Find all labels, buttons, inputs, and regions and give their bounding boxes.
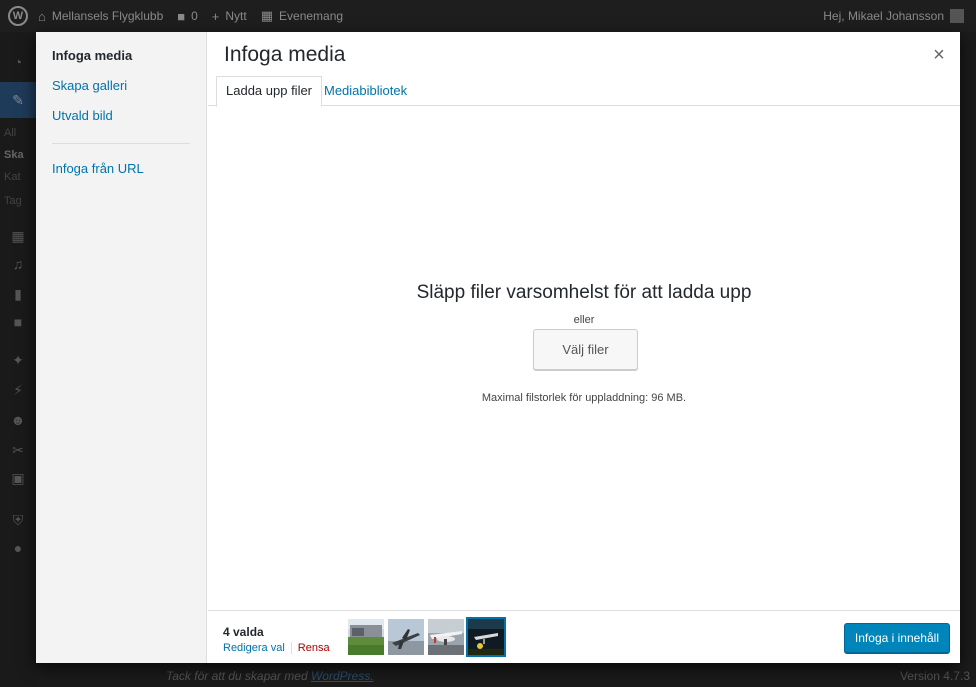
shield-icon[interactable]: ⛨ [10,512,26,528]
comments-count: 0 [191,9,198,23]
insert-into-post-button[interactable]: Infoga i innehåll [843,623,950,653]
plus-icon: + [211,8,220,24]
comments-link[interactable]: ■ 0 [177,9,198,24]
menu-separator [52,143,190,144]
submenu-item[interactable]: Ska [4,149,24,161]
greeting: Hej, Mikael Johansson [823,9,944,23]
or-label: eller [573,314,595,326]
close-icon[interactable]: × [924,40,954,70]
media-router: Ladda upp filer Mediabibliotek [208,76,960,107]
calendar-icon[interactable]: ▦ [10,228,26,244]
drop-instructions: Släpp filer varsomhelst för att ladda up… [416,282,752,303]
admin-bar: W ⌂ Mellansels Flygklubb ■ 0 + Nytt ▦ Ev… [0,0,976,32]
max-upload-size: Maximal filstorlek för uppladdning: 96 M… [481,392,687,404]
admin-footer: Tack för att du skapar med WordPress. Ve… [36,665,976,687]
submenu-item[interactable]: All [4,127,16,139]
admin-menu: ◔ ✎ All Ska Kat Tag ▦ ♫ ▮ ■ ✦ ⚡ ☻ ✂ ▣ ⛨ … [0,32,36,687]
selected-thumbnail-night[interactable] [466,617,506,657]
upload-drop-zone[interactable]: Släpp filer varsomhelst för att ladda up… [208,107,960,610]
users-icon[interactable]: ☻ [10,412,26,428]
pin-icon: ✎ [12,92,24,108]
tab-media-library[interactable]: Mediabibliotek [315,76,416,106]
select-files-button[interactable]: Välj filer [533,329,638,370]
comment-icon: ■ [177,8,186,24]
settings-icon[interactable]: ▣ [10,470,26,486]
home-icon: ⌂ [38,8,46,24]
media-icon[interactable]: ♫ [10,256,26,272]
tab-upload-files[interactable]: Ladda upp filer [216,76,323,107]
media-toolbar: 4 valda Redigera val Rensa Infoga i inne… [208,610,960,663]
submenu-item[interactable]: Tag [4,195,22,207]
modal-title-bar: Infoga media × [208,32,960,82]
new-content-label: Nytt [225,9,247,23]
media-modal: Infoga media Skapa galleri Utvald bild I… [36,32,960,663]
wordpress-logo-icon[interactable]: W [8,6,28,26]
events-link[interactable]: ▦ Evenemang [261,8,343,24]
site-name: Mellansels Flygklubb [51,9,164,23]
footer-thanks: Tack för att du skapar med WordPress. [166,669,374,683]
collapse-menu-icon[interactable]: ● [10,540,26,556]
new-content-link[interactable]: + Nytt [212,9,247,24]
selection-thumbnails [348,617,508,657]
selection-actions: Redigera val Rensa [223,642,330,655]
dashboard-icon[interactable]: ◔ [10,54,26,70]
tools-icon[interactable]: ✂ [10,442,26,458]
menu-item-create-gallery[interactable]: Skapa galleri [36,71,206,101]
wordpress-link[interactable]: WordPress. [311,669,374,683]
calendar-icon: ▦ [260,8,274,23]
selected-thumbnail-plane-sky[interactable] [388,619,424,655]
selected-thumbnail-plane-white[interactable] [428,619,464,655]
media-menu: Infoga media Skapa galleri Utvald bild I… [36,32,207,663]
clear-selection-link[interactable]: Rensa [298,642,330,654]
events-label: Evenemang [279,9,344,23]
pages-icon[interactable]: ▮ [10,286,26,302]
divider [290,642,292,655]
menu-item-insert-media[interactable]: Infoga media [36,41,206,71]
selection-count: 4 valda [223,625,264,639]
menu-item-featured-image[interactable]: Utvald bild [36,101,206,131]
edit-selection-link[interactable]: Redigera val [223,642,285,654]
footer-version: Version 4.7.3 [899,669,970,683]
appearance-icon[interactable]: ✦ [10,352,26,368]
my-account-link[interactable]: Hej, Mikael Johansson [823,9,964,23]
menu-item-insert-from-url[interactable]: Infoga från URL [36,154,206,184]
footer-thanks-text: Tack för att du skapar med [166,669,311,683]
plugins-icon[interactable]: ⚡ [10,382,26,398]
selected-thumbnail-hangar[interactable] [348,619,384,655]
avatar [950,9,964,23]
submenu-item[interactable]: Kat [4,171,21,183]
modal-title: Infoga media [224,43,346,66]
comments-icon[interactable]: ■ [10,314,26,330]
site-name-link[interactable]: ⌂ Mellansels Flygklubb [38,9,163,24]
